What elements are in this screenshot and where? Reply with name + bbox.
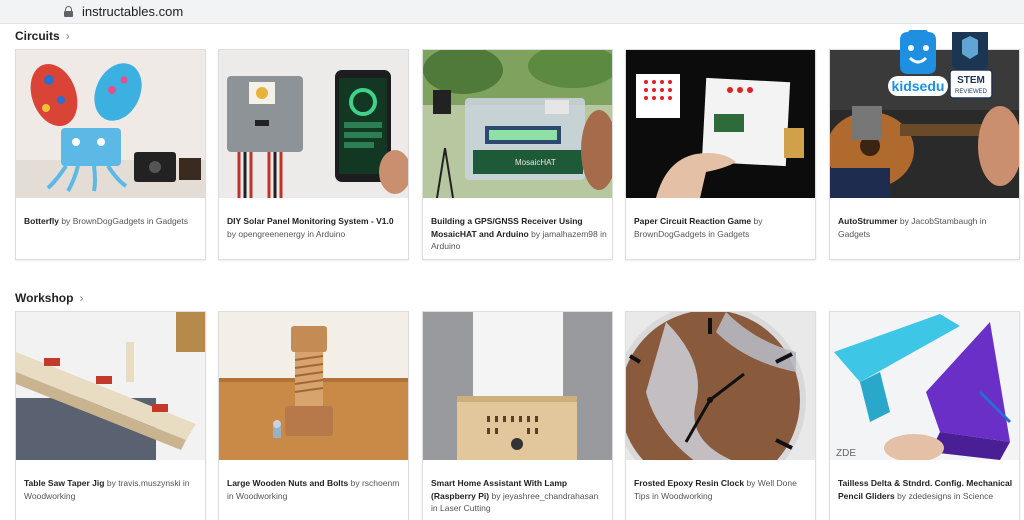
project-card[interactable]: ZDE Tailless Delta & Stndrd. Config. Mec… [829,311,1020,520]
project-card[interactable]: Paper Circuit Reaction Game by BrownDogG… [625,49,816,260]
project-title[interactable]: AutoStrummer [838,216,898,226]
project-caption: Table Saw Taper Jig by travis.muszynski … [24,478,190,501]
project-card[interactable]: MosaicHAT Building a GPS/GNSS Receiver U… [422,49,613,260]
chevron-right-icon[interactable]: › [79,291,83,305]
project-category[interactable]: Woodworking [236,491,287,501]
project-caption: Smart Home Assistant With Lamp (Raspberr… [431,478,599,513]
project-title[interactable]: Table Saw Taper Jig [24,478,104,488]
stem-reviewed-badge: STEM REVIEWED [949,32,993,99]
project-title[interactable]: Large Wooden Nuts and Bolts [227,478,348,488]
kidsedu-logo: kidsedu [888,28,948,96]
project-caption: Botterfly by BrownDogGadgets in Gadgets [24,216,189,226]
project-caption: Tailless Delta & Stndrd. Config. Mechani… [838,478,1013,501]
project-caption: Large Wooden Nuts and Bolts by rschoenm … [227,478,400,501]
project-category[interactable]: Arduino [431,241,460,251]
project-thumbnail[interactable] [219,50,408,198]
overlay-badges: kidsedu STEM REVIEWED [886,28,996,102]
project-category[interactable]: Woodworking [24,491,75,501]
project-card[interactable]: Large Wooden Nuts and Bolts by rschoenm … [218,311,409,520]
project-title[interactable]: DIY Solar Panel Monitoring System - V1.0 [227,216,394,226]
project-thumbnail[interactable]: MosaicHAT [423,50,612,198]
project-author[interactable]: rschoenm [362,478,399,488]
lock-icon [64,6,73,17]
browser-address-bar[interactable]: instructables.com [0,0,1024,24]
project-thumbnail[interactable] [219,312,408,460]
url-text[interactable]: instructables.com [82,4,183,19]
project-category[interactable]: Gadgets [838,229,870,239]
project-title[interactable]: Botterfly [24,216,59,226]
board-label: MosaicHAT [515,158,556,167]
project-thumbnail[interactable] [16,312,205,460]
project-caption: Frosted Epoxy Resin Clock by Well Done T… [634,478,797,501]
project-author[interactable]: jamalhazem98 [542,229,597,239]
project-category[interactable]: Arduino [316,229,345,239]
project-caption: DIY Solar Panel Monitoring System - V1.0… [227,216,394,239]
project-thumbnail[interactable]: ZDE [830,312,1019,460]
project-card[interactable]: Table Saw Taper Jig by travis.muszynski … [15,311,206,520]
section-title-circuits[interactable]: Circuits › [15,29,70,43]
project-thumbnail[interactable] [16,50,205,198]
section-title-workshop[interactable]: Workshop › [15,291,83,305]
project-card[interactable]: Botterfly by BrownDogGadgets in Gadgets [15,49,206,260]
project-title[interactable]: Frosted Epoxy Resin Clock [634,478,744,488]
project-author[interactable]: jeyashree_chandrahasan [503,491,598,501]
project-author[interactable]: zdedesigns [908,491,951,501]
project-thumbnail[interactable] [626,312,815,460]
svg-text:STEM: STEM [957,75,985,86]
project-category[interactable]: Woodworking [661,491,712,501]
project-thumbnail[interactable] [423,312,612,460]
project-author[interactable]: BrownDogGadgets [73,216,145,226]
project-card[interactable]: Smart Home Assistant With Lamp (Raspberr… [422,311,613,520]
chevron-right-icon[interactable]: › [66,29,70,43]
project-author[interactable]: JacobStambaugh [911,216,977,226]
project-author[interactable]: BrownDogGadgets [634,229,706,239]
project-author[interactable]: travis.muszynski [118,478,180,488]
project-thumbnail[interactable] [626,50,815,198]
svg-text:kidsedu: kidsedu [892,78,945,94]
project-category[interactable]: Gadgets [717,229,749,239]
project-category[interactable]: Gadgets [156,216,188,226]
project-author[interactable]: opengreenenergy [238,229,305,239]
project-title[interactable]: Paper Circuit Reaction Game [634,216,751,226]
project-caption: Building a GPS/GNSS Receiver Using Mosai… [431,216,607,251]
project-category[interactable]: Laser Cutting [440,503,491,513]
project-category[interactable]: Science [963,491,993,501]
project-caption: AutoStrummer by JacobStambaugh in Gadget… [838,216,987,239]
project-card[interactable]: DIY Solar Panel Monitoring System - V1.0… [218,49,409,260]
svg-text:REVIEWED: REVIEWED [955,89,988,95]
project-card[interactable]: Frosted Epoxy Resin Clock by Well Done T… [625,311,816,520]
project-caption: Paper Circuit Reaction Game by BrownDogG… [634,216,763,239]
watermark-logo: ZDE [836,448,856,459]
